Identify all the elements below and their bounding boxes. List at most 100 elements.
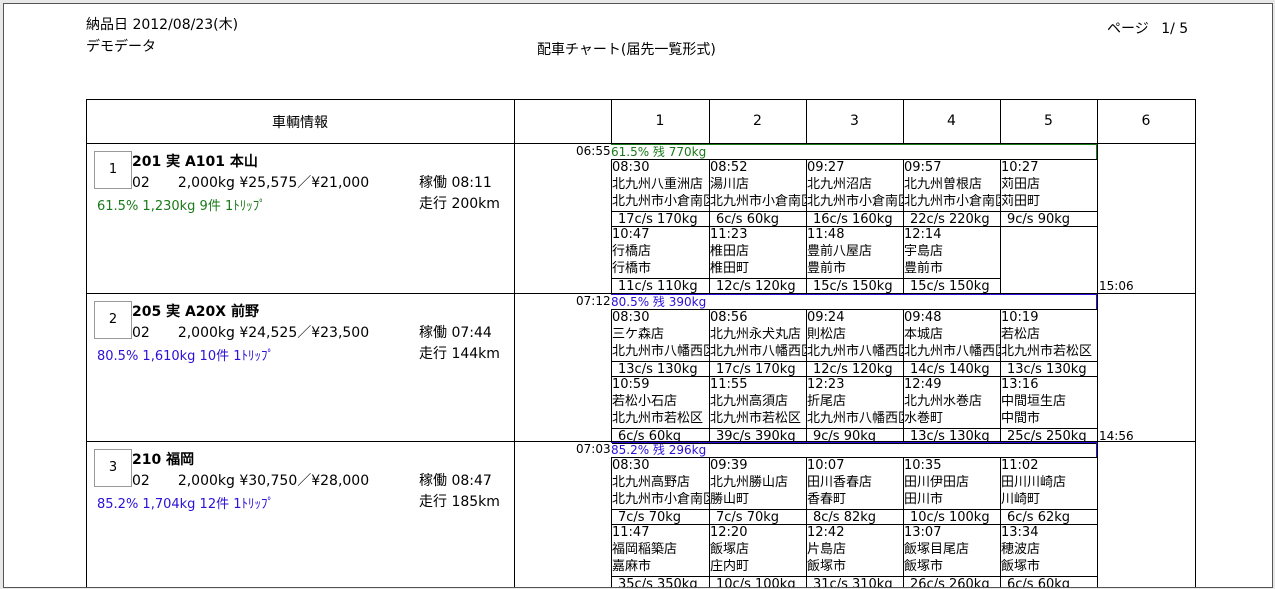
stop-city: 飯塚市	[807, 559, 847, 574]
stop-time: 11:47	[612, 525, 650, 540]
report-page: 納品日 2012/08/23(木) デモデータ 配車チャート(届先一覧形式) ペ…	[3, 3, 1273, 588]
column-header: 4	[947, 113, 956, 129]
stop-time: 08:30	[612, 160, 650, 175]
vehicle-name: 210 福岡	[132, 452, 195, 468]
stop-city: 北九州市小倉南区	[710, 194, 806, 209]
stop-time: 09:27	[807, 160, 845, 175]
stop-city: 苅田町	[1001, 194, 1041, 209]
stop-store: 苅田店	[1001, 177, 1041, 192]
stop-cell: 08:30 北九州八重洲店 北九州市小倉南区 17c/s 170kg	[612, 160, 710, 227]
stop-city: 庄内町	[710, 559, 750, 574]
vehicle-number: 3	[94, 449, 132, 487]
stop-store: 飯塚目尾店	[904, 542, 970, 557]
stop-cell: 12:42 片島店飯塚市 31c/s 310kg	[807, 525, 904, 587]
vehicle-name: 205 実 A20X 前野	[132, 304, 259, 320]
stop-time: 13:07	[904, 525, 942, 540]
stop-store: 田川香春店	[807, 475, 873, 490]
vehicle-name: 201 実 A101 本山	[132, 154, 258, 170]
stop-store: 湯川店	[710, 177, 750, 192]
stop-time: 09:24	[807, 310, 845, 325]
stop-store: 中間垣生店	[1001, 394, 1067, 409]
vehicle-info-header: 車輌情報	[272, 115, 328, 131]
end-time: 15:06	[1099, 279, 1134, 293]
stop-city: 水巻町	[904, 411, 944, 426]
load-bar: 61.5% 残 770kg	[611, 144, 1097, 159]
stop-cell: 09:57 北九州曽根店 北九州市小倉南区 22c/s 220kg	[904, 160, 1001, 227]
stop-load: 10c/s 100kg	[904, 509, 1000, 524]
running-distance: 走行 144km	[419, 346, 500, 362]
stop-city: 飯塚市	[904, 559, 944, 574]
vehicle-summary: 61.5% 1,230kg 9件 1ﾄﾘｯﾌﾟ	[97, 199, 266, 214]
stop-load: 13c/s 130kg	[612, 361, 709, 376]
stop-store: 北九州水巻店	[904, 394, 983, 409]
stop-store: 折尾店	[807, 394, 847, 409]
stop-city: 豊前市	[904, 261, 944, 276]
stop-store: 福岡稲築店	[612, 542, 678, 557]
stop-time: 10:47	[612, 227, 650, 242]
stop-store: 北九州曽根店	[904, 177, 983, 192]
stop-load: 14c/s 140kg	[904, 361, 1000, 376]
stop-load: 10c/s 100kg	[710, 576, 806, 587]
stop-cell: 09:27 北九州沼店北九州市小倉南区 16c/s 160kg	[807, 160, 904, 227]
delivery-date: 納品日 2012/08/23(木)	[86, 17, 239, 33]
stop-load: 35c/s 350kg	[612, 576, 709, 587]
stop-city: 北九州市八幡西区	[904, 344, 1000, 359]
stop-time: 13:16	[1001, 377, 1039, 392]
stop-cell: 08:30 三ケ森店 北九州市八幡西区 13c/s 130kg	[612, 310, 710, 377]
stop-store: 片島店	[807, 542, 847, 557]
stop-time: 08:56	[710, 310, 748, 325]
stop-store: 宇島店	[904, 244, 944, 259]
stop-cell: 11:23 椎田店 椎田町 12c/s 120kg	[710, 227, 807, 294]
stop-city: 北九州市若松区	[612, 411, 704, 426]
vehicle-number: 2	[94, 301, 132, 339]
stop-time: 08:52	[710, 160, 748, 175]
stop-time: 10:59	[612, 377, 650, 392]
stop-grid: 08:30 北九州高野店 北九州市小倉南区 7c/s 70kg 09:39 北九州勝山店勝…	[611, 457, 1098, 587]
stop-cell: 09:39 北九州勝山店 勝山町 7c/s 70kg	[710, 458, 807, 525]
stop-city: 北九州市若松区	[710, 411, 802, 426]
stop-load: 16c/s 160kg	[807, 211, 903, 226]
column-header: 1	[655, 113, 665, 129]
stop-time: 10:35	[904, 458, 942, 473]
stop-load: 22c/s 220kg	[904, 211, 1000, 226]
stop-load: 6c/s 62kg	[1001, 509, 1097, 524]
column-header: 3	[850, 113, 859, 129]
stop-load: 13c/s 130kg	[1001, 361, 1097, 376]
demo-label: デモデータ	[86, 39, 156, 55]
stop-store: 北九州永犬丸店	[710, 327, 802, 342]
stop-load: 11c/s 110kg	[612, 278, 709, 293]
stop-load: 6c/s 60kg	[710, 211, 806, 226]
stop-time: 11:23	[710, 227, 748, 242]
stop-city: 北九州市小倉南区	[807, 194, 903, 209]
start-time: 07:03	[576, 442, 611, 456]
vehicle-spec: 02 2,000kg ¥30,750／¥28,000	[132, 473, 370, 489]
stop-cell: 13:16 中間垣生店 中間市 25c/s 250kg	[1001, 377, 1098, 444]
stop-store: 北九州沼店	[807, 177, 873, 192]
stop-load: 8c/s 82kg	[807, 509, 903, 524]
stop-city: 北九州市八幡西区	[807, 411, 903, 426]
stop-cell: 13:07 飯塚目尾店 飯塚市 26c/s 260kg	[904, 525, 1001, 587]
stop-city: 北九州市小倉南区	[612, 492, 709, 507]
stop-cell: 11:02 田川川崎店 川崎町 6c/s 62kg	[1001, 458, 1098, 525]
stop-load: 31c/s 310kg	[807, 576, 903, 587]
column-header: 6	[1141, 113, 1151, 129]
vehicle-number: 1	[94, 151, 132, 189]
stop-city: 飯塚市	[1001, 559, 1041, 574]
stop-time: 10:27	[1001, 160, 1039, 175]
stop-time: 12:42	[807, 525, 845, 540]
running-distance: 走行 200km	[419, 196, 500, 212]
stop-store: 北九州高野店	[612, 475, 691, 490]
stop-cell: 10:59 若松小石店 北九州市若松区 6c/s 60kg	[612, 377, 710, 444]
vehicle-summary: 85.2% 1,704kg 12件 1ﾄﾘｯﾌﾟ	[97, 497, 275, 512]
stop-cell: 10:47 行橋店 行橋市 11c/s 110kg	[612, 227, 710, 294]
stop-cell: 08:30 北九州高野店 北九州市小倉南区 7c/s 70kg	[612, 458, 710, 525]
stop-cell: 12:14 宇島店 豊前市 15c/s 150kg	[904, 227, 1001, 294]
stop-load: 17c/s 170kg	[710, 361, 806, 376]
stop-cell: 11:48 豊前八屋店 豊前市 15c/s 150kg	[807, 227, 904, 294]
stop-cell: 10:19 若松店 北九州市若松区 13c/s 130kg	[1001, 310, 1098, 377]
stop-city: 田川市	[904, 492, 944, 507]
start-time: 06:55	[576, 144, 611, 158]
stop-store: 豊前八屋店	[807, 244, 873, 259]
stop-cell: 08:52 湯川店北九州市小倉南区 6c/s 60kg	[710, 160, 807, 227]
stop-store: 北九州八重洲店	[612, 177, 704, 192]
